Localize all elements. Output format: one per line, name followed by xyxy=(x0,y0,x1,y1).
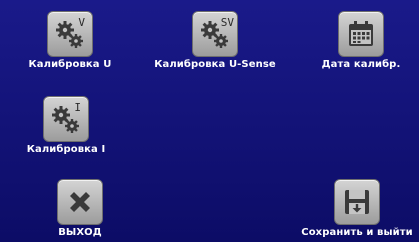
exit-button[interactable]: ВЫХОД xyxy=(30,179,130,238)
calibration-date-button[interactable]: Дата калибр. xyxy=(303,11,419,70)
calibrate-voltage-button[interactable]: V Калибровка U xyxy=(20,11,120,70)
voltage-superscript: V xyxy=(78,16,85,29)
calibration-menu-screen: V Калибровка U SV Калибровка U-Sense Дат… xyxy=(0,0,419,242)
calibration-date-icon-box xyxy=(338,11,384,57)
calibrate-current-icon-box: I xyxy=(43,96,89,142)
calendar-icon xyxy=(349,21,373,46)
usense-superscript: SV xyxy=(220,16,234,29)
save-and-exit-button[interactable]: Сохранить и выйти xyxy=(295,179,419,238)
exit-label: ВЫХОД xyxy=(58,227,102,238)
close-icon xyxy=(70,192,90,212)
calibrate-usense-icon-box: SV xyxy=(192,11,238,57)
calibrate-voltage-label: Калибровка U xyxy=(28,59,112,70)
save-and-exit-icon-box xyxy=(334,179,380,225)
current-superscript: I xyxy=(74,101,81,114)
calibrate-voltage-icon-box: V xyxy=(47,11,93,57)
exit-icon-box xyxy=(57,179,103,225)
calibrate-current-label: Калибровка I xyxy=(26,144,106,155)
calibrate-usense-button[interactable]: SV Калибровка U-Sense xyxy=(140,11,290,70)
save-icon xyxy=(345,190,369,214)
calibrate-current-button[interactable]: I Калибровка I xyxy=(16,96,116,155)
calibration-date-label: Дата калибр. xyxy=(321,59,401,70)
calibrate-usense-label: Калибровка U-Sense xyxy=(154,59,276,70)
save-and-exit-label: Сохранить и выйти xyxy=(301,227,413,238)
